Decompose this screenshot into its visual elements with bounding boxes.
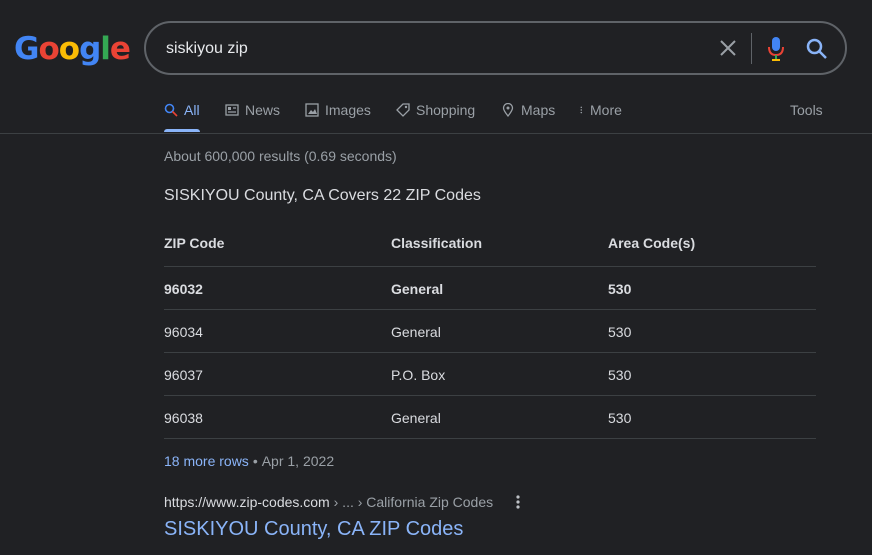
image-icon <box>305 103 319 117</box>
classification-cell: General <box>391 410 441 426</box>
tab-label: Maps <box>521 102 556 118</box>
tab-more[interactable]: More <box>579 102 622 118</box>
column-header: Classification <box>391 235 483 251</box>
more-rows-link[interactable]: 18 more rows <box>164 453 249 469</box>
area-code-cell: 530 <box>608 410 632 426</box>
google-logo[interactable]: Google <box>14 31 131 67</box>
tab-label: More <box>590 102 622 118</box>
tab-label: Images <box>325 102 371 118</box>
result-site: https://www.zip-codes.com <box>164 494 330 510</box>
zip-code-table: ZIP Code Classification Area Code(s) 960… <box>164 222 816 439</box>
tab-images[interactable]: Images <box>305 102 371 118</box>
tab-maps[interactable]: Maps <box>501 102 555 118</box>
map-pin-icon <box>502 103 514 117</box>
snippet-date: Apr 1, 2022 <box>261 453 335 469</box>
zip-code-cell: 96037 <box>164 367 203 383</box>
tab-label: Shopping <box>416 102 476 118</box>
clear-icon[interactable] <box>719 39 737 57</box>
zip-code-cell: 96038 <box>164 410 203 426</box>
tabs-divider <box>0 133 872 134</box>
table-row: 96032 General 530 <box>164 267 816 310</box>
tab-label: All <box>184 102 200 118</box>
tools-label: Tools <box>790 102 823 118</box>
featured-snippet-title: SISKIYOU County, CA Covers 22 ZIP Codes <box>164 187 481 204</box>
classification-cell: General <box>391 324 441 340</box>
table-row: 96034 General 530 <box>164 310 816 353</box>
tools-button[interactable]: Tools <box>790 102 823 118</box>
logo-letter: o <box>38 31 59 67</box>
zip-code-cell: 96034 <box>164 324 203 340</box>
column-header: Area Code(s) <box>608 235 696 251</box>
result-url[interactable]: https://www.zip-codes.com › ... › Califo… <box>164 494 493 510</box>
separator-dot: • <box>252 453 258 469</box>
result-breadcrumb: › ... › California Zip Codes <box>329 494 494 510</box>
logo-letter: o <box>58 31 80 67</box>
more-rows-line: 18 more rows • Apr 1, 2022 <box>164 453 334 469</box>
area-code-cell: 530 <box>608 367 632 383</box>
table-row: 96037 P.O. Box 530 <box>164 353 816 396</box>
microphone-icon[interactable] <box>767 36 785 61</box>
logo-letter: g <box>79 31 101 67</box>
area-code-cell: 530 <box>608 281 632 297</box>
logo-letter: l <box>100 31 111 67</box>
column-header: ZIP Code <box>164 235 225 251</box>
search-input[interactable]: siskiyou zip <box>166 40 248 58</box>
tab-shopping[interactable]: Shopping <box>396 102 475 118</box>
search-icon <box>164 103 178 117</box>
active-tab-indicator <box>164 129 200 132</box>
more-vert-icon[interactable] <box>512 494 524 510</box>
table-header-row: ZIP Code Classification Area Code(s) <box>164 222 816 267</box>
search-icon[interactable] <box>806 38 827 59</box>
search-tabs: All News Images Shopping Maps More Tools <box>164 100 824 134</box>
search-box[interactable]: siskiyou zip <box>144 21 847 75</box>
result-stats: About 600,000 results (0.69 seconds) <box>164 148 397 164</box>
result-title-link[interactable]: SISKIYOU County, CA ZIP Codes <box>164 518 463 541</box>
tab-all[interactable]: All <box>164 102 200 118</box>
table-row: 96038 General 530 <box>164 396 816 439</box>
tab-news[interactable]: News <box>225 102 280 118</box>
tag-icon <box>396 103 410 117</box>
logo-letter: e <box>109 31 131 67</box>
area-code-cell: 530 <box>608 324 632 340</box>
classification-cell: P.O. Box <box>391 367 446 383</box>
more-vert-icon <box>580 106 583 114</box>
news-icon <box>225 104 239 116</box>
search-divider <box>751 33 752 64</box>
tab-label: News <box>245 102 281 118</box>
zip-code-cell: 96032 <box>164 281 203 297</box>
classification-cell: General <box>391 281 444 297</box>
logo-letter: G <box>14 31 39 67</box>
